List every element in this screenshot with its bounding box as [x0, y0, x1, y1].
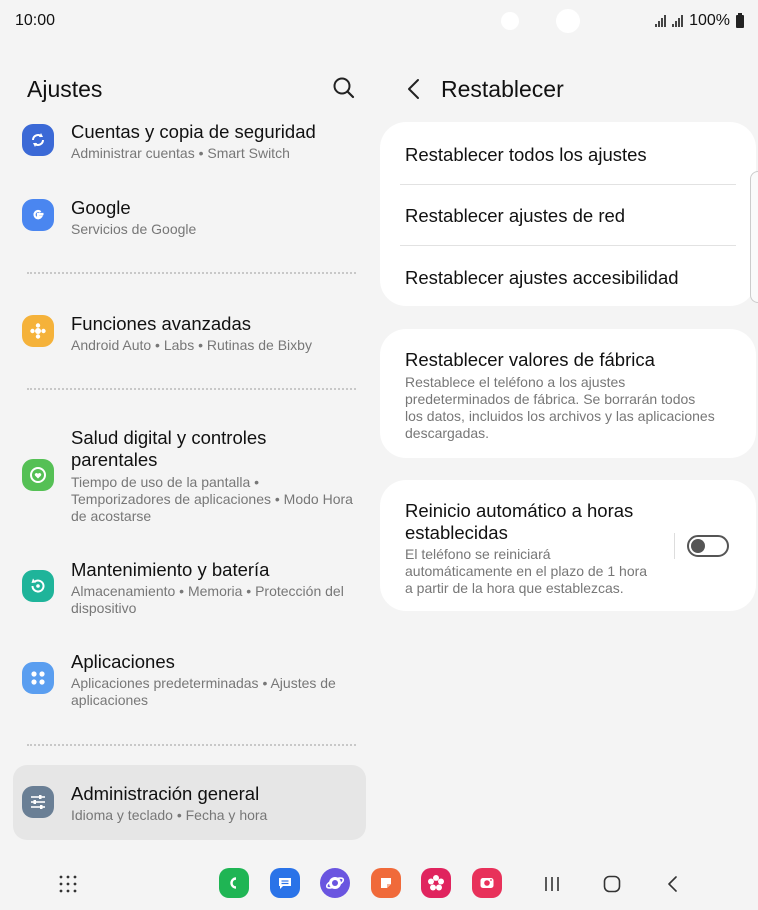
internet-icon: [325, 877, 345, 889]
signal-icon-2: [672, 15, 684, 27]
settings-item-digital-wellbeing[interactable]: Salud digital y controles parentales Tie…: [13, 422, 366, 532]
auto-restart-toggle[interactable]: [687, 535, 729, 557]
back-arrow-icon: [408, 79, 419, 99]
settings-item-apps[interactable]: Aplicaciones Aplicaciones predeterminada…: [13, 646, 366, 722]
auto-restart-title-2: establecidas: [405, 522, 508, 543]
refresh-icon: [22, 570, 54, 602]
home-icon: [603, 875, 621, 893]
reset-pane: Restablecer Restablecer todos los ajuste…: [378, 44, 758, 850]
settings-pane: Ajustes Cuentas y copia de seguridad Adm…: [0, 44, 370, 850]
item-subtitle: Android Auto • Labs • Rutinas de Bixby: [71, 337, 312, 353]
internet-app[interactable]: [320, 868, 350, 898]
status-time: 10:00: [15, 12, 56, 29]
factory-reset-desc-2: predeterminados de fábrica. Se borrarán …: [405, 391, 696, 407]
phone-app[interactable]: [219, 868, 249, 898]
notes-icon: [381, 878, 391, 888]
item-subtitle: Servicios de Google: [71, 221, 197, 237]
item-title: Google: [71, 197, 131, 218]
home-button[interactable]: [600, 872, 624, 896]
nav-back-button[interactable]: [661, 872, 685, 896]
settings-title: Ajustes: [27, 76, 103, 102]
camera-cutout-small: [501, 12, 519, 30]
grid-icon: [59, 875, 77, 893]
reset-accessibility-settings[interactable]: Restablecer ajustes accesibilidad: [405, 267, 679, 289]
sync-icon: [22, 124, 54, 156]
factory-reset-desc-1: Restablece el teléfono a los ajustes: [405, 374, 626, 390]
auto-restart-title-1: Reinicio automático a horas: [405, 500, 634, 521]
sliders-icon: [22, 786, 54, 818]
item-subtitle: Tiempo de uso de la pantalla • Temporiza…: [71, 474, 353, 524]
recents-icon: [545, 877, 559, 891]
camera-icon: [480, 878, 494, 888]
section-divider: [27, 388, 356, 390]
back-icon: [668, 876, 677, 892]
gallery-app[interactable]: [421, 868, 451, 898]
back-button[interactable]: [403, 76, 425, 102]
settings-item-maintenance[interactable]: Mantenimiento y batería Almacenamiento •…: [13, 554, 366, 630]
auto-restart-card[interactable]: Reinicio automático a horas establecidas…: [380, 480, 756, 611]
reset-options-card: Restablecer todos los ajustes Restablece…: [380, 122, 756, 306]
item-subtitle: Administrar cuentas • Smart Switch: [71, 145, 290, 161]
search-icon: [333, 77, 355, 99]
item-subtitle: Idioma y teclado • Fecha y hora: [71, 807, 268, 823]
auto-restart-desc-2: automáticamente en el plazo de 1 hora: [405, 563, 648, 579]
section-divider: [27, 744, 356, 746]
reset-all-settings[interactable]: Restablecer todos los ajustes: [405, 144, 647, 166]
factory-reset-card[interactable]: Restablecer valores de fábrica Restablec…: [380, 329, 756, 458]
puzzle-icon: [22, 315, 54, 347]
battery-icon: [736, 12, 744, 28]
status-bar: 10:00 100%: [0, 0, 758, 44]
settings-item-google[interactable]: Google Servicios de Google: [13, 190, 366, 254]
factory-reset-desc-3: los datos, incluidos los archivos y las …: [405, 408, 715, 424]
item-title: Salud digital y controles parentales: [71, 427, 267, 470]
edge-panel-handle[interactable]: [750, 171, 758, 303]
toggle-knob: [691, 539, 705, 553]
item-subtitle: Aplicaciones predeterminadas • Ajustes d…: [71, 675, 336, 708]
settings-item-accounts[interactable]: Cuentas y copia de seguridad Administrar…: [13, 114, 366, 178]
search-button[interactable]: [330, 74, 358, 102]
item-title: Funciones avanzadas: [71, 313, 251, 334]
flower-icon: [428, 875, 444, 891]
apps-icon: [22, 662, 54, 694]
app-drawer-button[interactable]: [56, 872, 80, 896]
notes-app[interactable]: [371, 868, 401, 898]
reset-title: Restablecer: [441, 76, 564, 102]
item-title: Aplicaciones: [71, 651, 175, 672]
phone-icon: [230, 877, 237, 889]
messages-app[interactable]: [270, 868, 300, 898]
camera-app[interactable]: [472, 868, 502, 898]
settings-item-general-management[interactable]: Administración general Idioma y teclado …: [13, 765, 366, 840]
auto-restart-desc-1: El teléfono se reiniciará: [405, 546, 551, 562]
dock-bar: [0, 850, 758, 910]
toggle-separator: [674, 533, 675, 559]
settings-item-advanced[interactable]: Funciones avanzadas Android Auto • Labs …: [13, 306, 366, 370]
messages-icon: [279, 878, 291, 889]
item-title: Mantenimiento y batería: [71, 559, 270, 580]
google-icon: [22, 199, 54, 231]
recents-button[interactable]: [540, 872, 564, 896]
status-right: 100%: [655, 12, 744, 30]
item-title: Cuentas y copia de seguridad: [71, 121, 316, 142]
section-divider: [27, 272, 356, 274]
battery-percent: 100%: [689, 12, 730, 29]
divider: [400, 245, 736, 246]
divider: [400, 184, 736, 185]
reset-network-settings[interactable]: Restablecer ajustes de red: [405, 205, 625, 227]
factory-reset-desc-4: descargadas.: [405, 425, 490, 441]
heart-circle-icon: [22, 459, 54, 491]
camera-cutout: [556, 9, 580, 33]
auto-restart-desc-3: a partir de la hora que establezcas.: [405, 580, 624, 596]
signal-icon: [655, 15, 667, 27]
factory-reset-title: Restablecer valores de fábrica: [405, 349, 655, 370]
item-subtitle: Almacenamiento • Memoria • Protección de…: [71, 583, 344, 616]
item-title: Administración general: [71, 783, 260, 804]
